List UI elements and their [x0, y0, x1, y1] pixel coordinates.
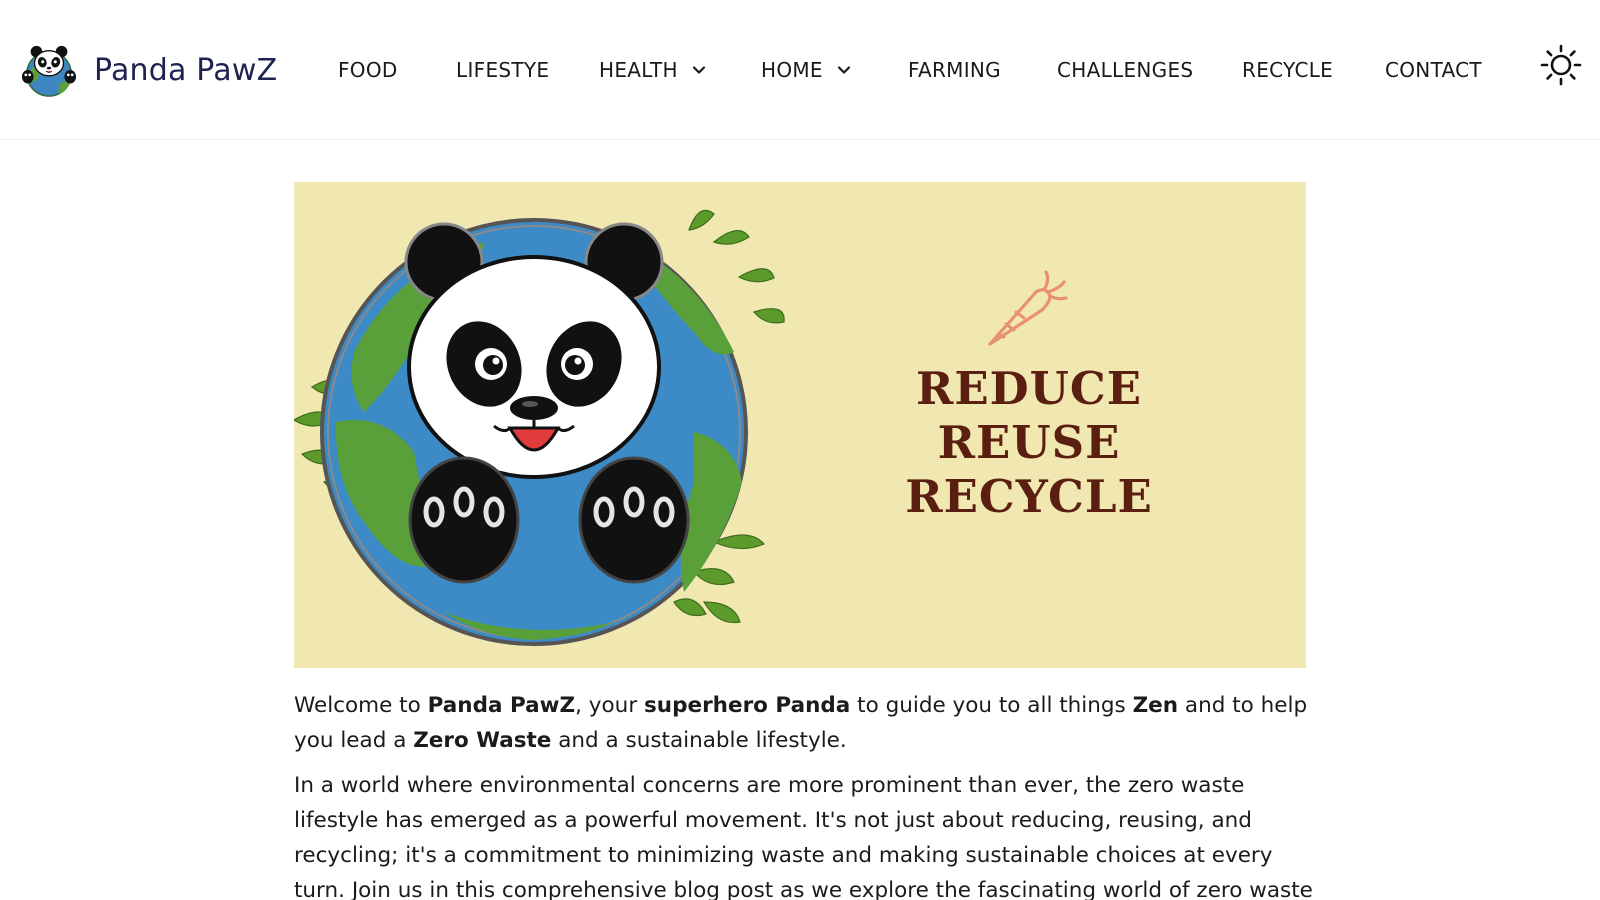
- nav-item-challenges[interactable]: CHALLENGES: [1057, 55, 1193, 85]
- intro-text: Welcome to: [294, 693, 428, 718]
- intro-text: and a sustainable lifestyle.: [551, 728, 847, 753]
- intro-paragraph: Welcome to Panda PawZ, your superhero Pa…: [294, 688, 1314, 758]
- intro-bold-superhero: superhero Panda: [644, 693, 851, 718]
- site-header: Panda PawZ FOOD LIFESTYE HEALTH HOME FAR…: [0, 0, 1600, 140]
- nav-label: CONTACT: [1385, 58, 1482, 82]
- body-paragraph: In a world where environmental concerns …: [294, 773, 1313, 900]
- intro-bold-zero-waste: Zero Waste: [413, 728, 552, 753]
- intro-text: , your: [575, 693, 644, 718]
- chevron-down-icon: [692, 66, 705, 74]
- nav-label: HEALTH: [599, 58, 678, 82]
- nav-label: CHALLENGES: [1057, 58, 1194, 82]
- nav-item-home[interactable]: HOME: [761, 55, 851, 85]
- nav-label: FOOD: [338, 58, 398, 82]
- chevron-down-icon: [837, 66, 850, 74]
- nav-item-health[interactable]: HEALTH: [599, 55, 706, 85]
- intro-text: to guide you to all things: [850, 693, 1133, 718]
- nav-item-recycle[interactable]: RECYCLE: [1242, 55, 1333, 85]
- nav-label: RECYCLE: [1242, 58, 1334, 82]
- nav-item-lifestye[interactable]: LIFESTYE: [456, 55, 549, 85]
- brand-home-link[interactable]: Panda PawZ: [20, 42, 277, 98]
- intro-bold-zen: Zen: [1132, 693, 1179, 718]
- intro-bold-brand: Panda PawZ: [427, 693, 576, 718]
- nav-item-food[interactable]: FOOD: [338, 55, 398, 85]
- nav-label: LIFESTYE: [456, 58, 550, 82]
- slogan-reduce: REDUCE: [915, 362, 1143, 415]
- hero-banner: REDUCE REUSE RECYCLE: [294, 182, 1306, 668]
- nav-label: HOME: [761, 58, 823, 82]
- sun-icon[interactable]: [1540, 44, 1582, 86]
- carrot-icon: [988, 270, 1068, 346]
- brand-name: Panda PawZ: [94, 52, 278, 88]
- slogan-recycle: RECYCLE: [905, 470, 1153, 523]
- panda-globe-logo-icon: [21, 45, 77, 97]
- nav-item-contact[interactable]: CONTACT: [1385, 55, 1482, 85]
- slogan-reuse: REUSE: [937, 416, 1121, 469]
- hero-slogan: REDUCE REUSE RECYCLE: [854, 362, 1204, 524]
- article-body: Welcome to Panda PawZ, your superhero Pa…: [294, 688, 1314, 900]
- nav-label: FARMING: [908, 58, 1001, 82]
- nav-item-farming[interactable]: FARMING: [908, 55, 1001, 85]
